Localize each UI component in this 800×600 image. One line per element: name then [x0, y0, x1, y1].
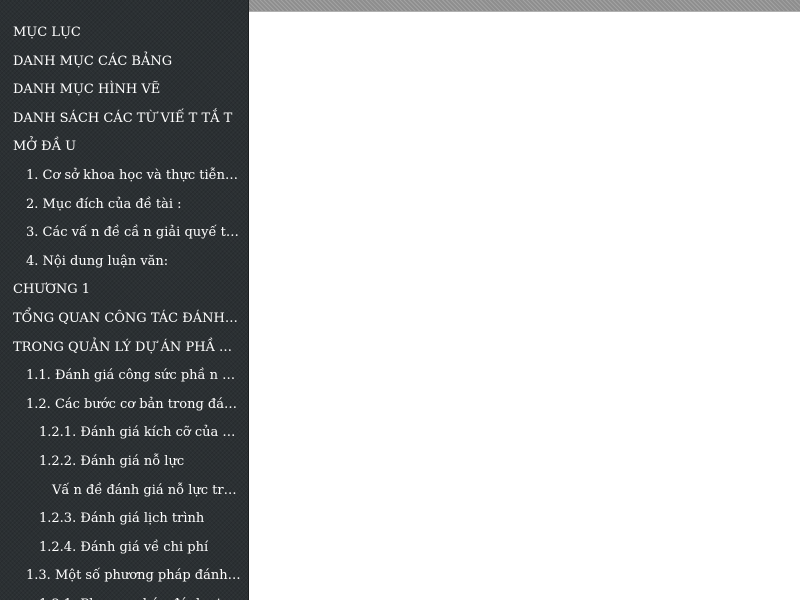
- toc-item[interactable]: 2. Mục đích của đề tài :: [0, 191, 248, 220]
- toc-item[interactable]: 3. Các vấ n đề cầ n giải quyế t củ...: [0, 219, 248, 248]
- toc-item[interactable]: MỤC LỤC: [0, 19, 248, 48]
- toc-item[interactable]: TỔNG QUAN CÔNG TÁC ĐÁNH GI...: [0, 305, 248, 334]
- document-page-area[interactable]: [249, 12, 800, 600]
- toc-item[interactable]: 1.3.1. Phương pháp đánh giá dựa ...: [0, 591, 248, 600]
- toc-item[interactable]: DANH SÁCH CÁC TỪ VIẾ T TẮ T: [0, 105, 248, 134]
- toc-item[interactable]: 1.2.4. Đánh giá về chi phí: [0, 534, 248, 563]
- toc-item[interactable]: DANH MỤC CÁC BẢNG: [0, 48, 248, 77]
- toc-item[interactable]: TRONG QUẢN LÝ DỰ ÁN PHẦ N ...: [0, 334, 248, 363]
- toc-item[interactable]: 1.2.1. Đánh giá kích cỡ của phầ ...: [0, 419, 248, 448]
- top-toolbar-strip: [249, 0, 800, 12]
- toc-item[interactable]: 1.2.3. Đánh giá lịch trình: [0, 505, 248, 534]
- toc-item[interactable]: 1. Cơ sở khoa học và thực tiễn của đ...: [0, 162, 248, 191]
- toc-item[interactable]: DANH MỤC HÌNH VẼ: [0, 76, 248, 105]
- toc-item[interactable]: MỞ ĐẦ U: [0, 133, 248, 162]
- toc-item[interactable]: CHƯƠNG 1: [0, 276, 248, 305]
- toc-list: MỤC LỤC DANH MỤC CÁC BẢNG DANH MỤC HÌNH VẼ…: [0, 0, 248, 600]
- toc-item[interactable]: 1.2. Các bước cơ bản trong đánh gi...: [0, 391, 248, 420]
- toc-item[interactable]: 1.1. Đánh giá công sức phầ n mề ...: [0, 362, 248, 391]
- pdf-viewer-window: MỤC LỤC DANH MỤC CÁC BẢNG DANH MỤC HÌNH VẼ…: [0, 0, 800, 600]
- toc-item[interactable]: 1.2.2. Đánh giá nỗ lực: [0, 448, 248, 477]
- toc-item[interactable]: 4. Nội dung luận văn:: [0, 248, 248, 277]
- toc-item[interactable]: 1.3. Một số phương pháp đánh giá...: [0, 562, 248, 591]
- toc-item[interactable]: Vấ n đề đánh giá nỗ lực trực ...: [0, 477, 248, 506]
- toc-sidebar[interactable]: MỤC LỤC DANH MỤC CÁC BẢNG DANH MỤC HÌNH VẼ…: [0, 0, 249, 600]
